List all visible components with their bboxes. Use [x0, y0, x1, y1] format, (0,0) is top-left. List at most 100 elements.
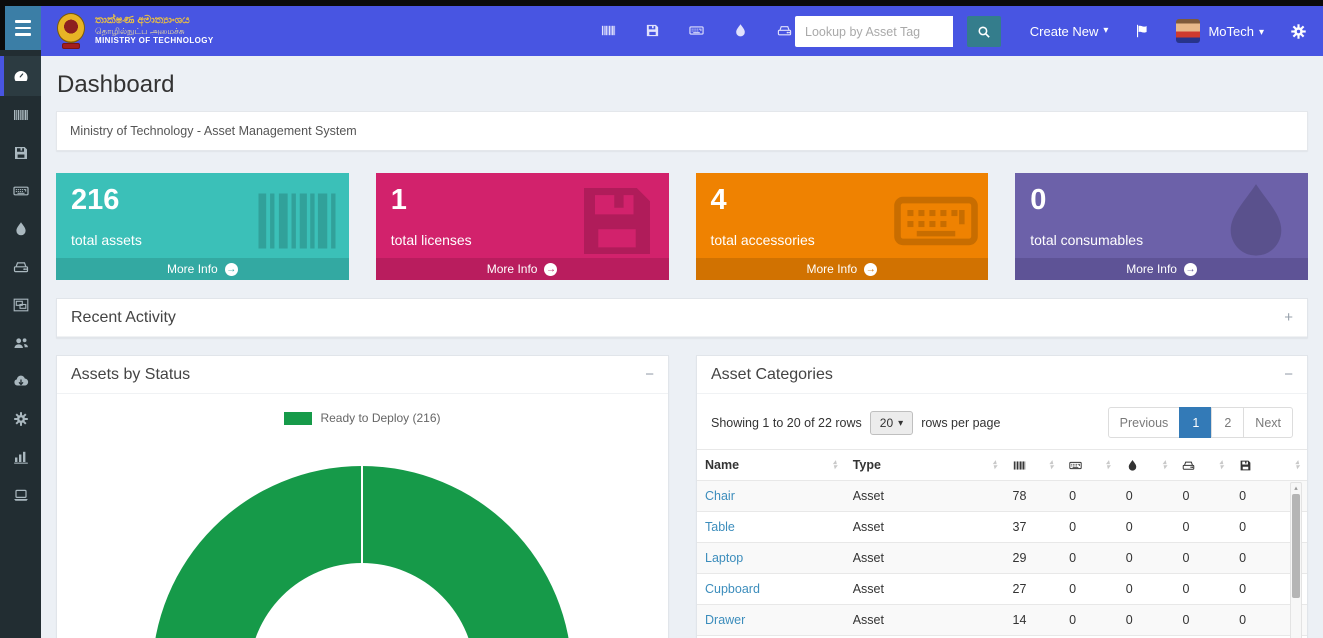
sort-icon[interactable]: ▴▾	[1220, 460, 1224, 470]
arrow-circle-right-icon	[225, 263, 238, 276]
page-size-dropdown[interactable]: 20	[870, 411, 913, 435]
keyboard-icon	[1069, 459, 1082, 472]
asset-tag-search-input[interactable]	[795, 16, 953, 47]
pagination-next[interactable]: Next	[1243, 407, 1293, 438]
column-header-accessories[interactable]: ▴▾	[1061, 450, 1118, 481]
table-scrollbar[interactable]: ▴	[1290, 482, 1302, 638]
sidebar-item-settings[interactable]	[0, 400, 41, 438]
site-notice-bar: Ministry of Technology - Asset Managemen…	[56, 111, 1308, 151]
sidebar-item-components[interactable]	[0, 248, 41, 286]
laptop-icon	[13, 487, 29, 503]
info-box-total-consumables[interactable]: 0 total consumables More Info	[1015, 173, 1308, 280]
brand-english: MINISTRY OF TECHNOLOGY	[95, 36, 214, 45]
table-row: Chair Asset 78 0 0 0 0	[697, 481, 1307, 512]
column-header-name[interactable]: Name▴▾	[697, 450, 845, 481]
sidebar-item-accessories[interactable]	[0, 172, 41, 210]
sidebar-item-consumables[interactable]	[0, 210, 41, 248]
column-header-assets[interactable]: ▴▾	[1005, 450, 1062, 481]
info-boxes-row: 216 total assets More Info 1 total licen…	[56, 173, 1308, 280]
brand[interactable]: තාක්ෂණ අමාත්‍යාංශය தொழில்நுட்ப அமைச்சு M…	[55, 11, 214, 49]
category-link[interactable]: Chair	[705, 489, 735, 503]
sidebar-item-people[interactable]	[0, 324, 41, 362]
category-link[interactable]: Table	[705, 520, 735, 534]
sidebar-item-assets[interactable]	[0, 96, 41, 134]
floppy-icon	[573, 177, 661, 258]
sort-icon[interactable]: ▴▾	[1106, 460, 1110, 470]
more-info-link[interactable]: More Info	[1015, 258, 1308, 280]
sidebar-item-dashboard[interactable]	[0, 56, 41, 96]
sort-icon[interactable]: ▴▾	[1163, 460, 1167, 470]
bar-chart-icon	[13, 449, 29, 465]
sidebar-item-kits[interactable]	[0, 286, 41, 324]
status-donut-chart[interactable]	[152, 466, 572, 638]
category-link[interactable]: Drawer	[705, 613, 745, 627]
site-notice-text: Ministry of Technology - Asset Managemen…	[70, 124, 357, 138]
navbar-right: Create New MoTech	[1030, 6, 1307, 56]
assets-quicklink[interactable]	[601, 22, 616, 40]
more-info-link[interactable]: More Info	[56, 258, 349, 280]
showing-rows-text: Showing 1 to 20 of 22 rows	[711, 416, 862, 430]
hdd-icon	[13, 259, 29, 275]
category-link[interactable]: Laptop	[705, 551, 743, 565]
expand-panel-button[interactable]: +	[1284, 310, 1293, 325]
more-info-link[interactable]: More Info	[376, 258, 669, 280]
floppy-icon	[1239, 459, 1252, 472]
pagination-previous[interactable]: Previous	[1108, 407, 1181, 438]
collapse-panel-button[interactable]: −	[1284, 367, 1293, 382]
search-icon	[977, 25, 991, 39]
barcode-icon	[601, 23, 616, 38]
info-box-total-assets[interactable]: 216 total assets More Info	[56, 173, 349, 280]
main-content: Dashboard Ministry of Technology - Asset…	[41, 56, 1323, 638]
sort-icon[interactable]: ▴▾	[1050, 460, 1054, 470]
cogs-icon	[1290, 23, 1307, 40]
asset-tag-search	[795, 16, 1001, 47]
keyboard-icon	[892, 177, 980, 258]
licenses-quicklink[interactable]	[645, 22, 660, 40]
sort-icon[interactable]: ▴▾	[993, 460, 997, 470]
legend-swatch-ready-to-deploy	[284, 412, 312, 425]
sidebar-item-reports[interactable]	[0, 438, 41, 476]
sort-icon[interactable]: ▴▾	[1295, 460, 1299, 470]
keyboard-icon	[689, 23, 704, 38]
pagination-page-2[interactable]: 2	[1211, 407, 1244, 438]
sort-icon[interactable]: ▴▾	[833, 460, 837, 470]
droplet-icon	[1212, 177, 1300, 258]
consumables-quicklink[interactable]	[733, 22, 748, 40]
sidebar-item-requestable[interactable]	[0, 476, 41, 514]
info-box-total-accessories[interactable]: 4 total accessories More Info	[696, 173, 989, 280]
components-quicklink[interactable]	[777, 22, 792, 40]
language-flag-button[interactable]	[1134, 23, 1150, 39]
column-header-components[interactable]: ▴▾	[1174, 450, 1231, 481]
column-header-licenses[interactable]: ▴▾	[1231, 450, 1307, 481]
asset-categories-title: Asset Categories	[711, 366, 833, 384]
sidebar-item-import[interactable]	[0, 362, 41, 400]
scrollbar-thumb[interactable]	[1292, 494, 1300, 598]
create-new-dropdown[interactable]: Create New	[1030, 24, 1109, 39]
brand-tamil: தொழில்நுட்ப அமைச்சு	[95, 27, 214, 37]
column-header-consumables[interactable]: ▴▾	[1118, 450, 1175, 481]
more-info-link[interactable]: More Info	[696, 258, 989, 280]
hdd-icon	[1182, 459, 1195, 472]
scroll-up-arrow[interactable]: ▴	[1291, 484, 1301, 492]
info-box-total-licenses[interactable]: 1 total licenses More Info	[376, 173, 669, 280]
page-title: Dashboard	[57, 71, 1308, 99]
column-header-type[interactable]: Type▴▾	[845, 450, 1005, 481]
tachometer-icon	[13, 68, 29, 84]
pagination-page-1[interactable]: 1	[1179, 407, 1212, 438]
collapse-panel-button[interactable]: −	[645, 367, 654, 382]
chart-legend[interactable]: Ready to Deploy (216)	[57, 411, 668, 425]
category-link[interactable]: Cupboard	[705, 582, 760, 596]
accessories-quicklink[interactable]	[689, 22, 704, 40]
sidebar-item-licenses[interactable]	[0, 134, 41, 172]
floppy-icon	[13, 145, 29, 161]
admin-settings-button[interactable]	[1290, 23, 1307, 40]
assets-by-status-panel: Assets by Status − Ready to Deploy (216)	[56, 355, 669, 638]
users-icon	[13, 335, 29, 351]
sidebar-toggle-button[interactable]	[5, 6, 41, 50]
user-menu[interactable]: MoTech	[1176, 19, 1264, 43]
search-button[interactable]	[967, 16, 1001, 47]
arrow-circle-right-icon	[864, 263, 877, 276]
hdd-icon	[777, 23, 792, 38]
table-row: Cupboard Asset 27 0 0 0 0	[697, 574, 1307, 605]
asset-categories-panel: Asset Categories − Showing 1 to 20 of 22…	[696, 355, 1308, 638]
